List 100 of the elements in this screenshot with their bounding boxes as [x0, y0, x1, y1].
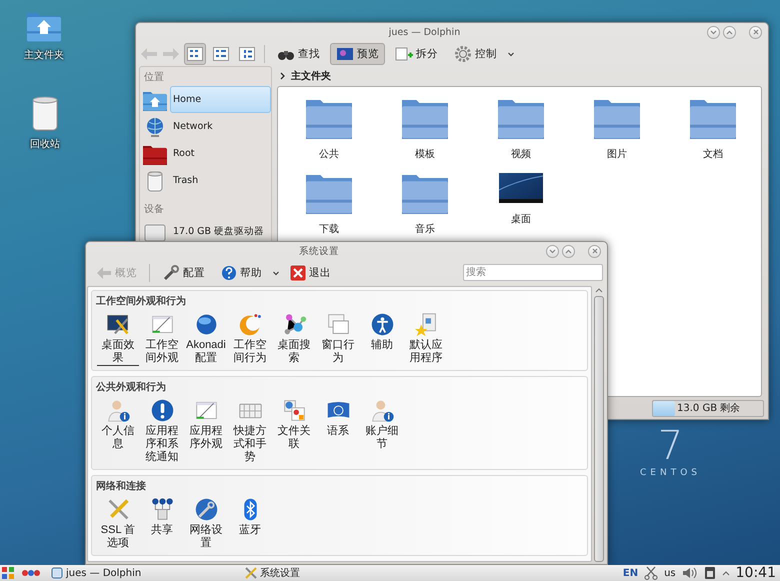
toolbar-button[interactable]: 查找: [271, 42, 326, 64]
exclamation-icon: [150, 398, 174, 423]
share-icon: [150, 497, 174, 522]
places-item[interactable]: 17.0 GB 硬盘驱动器: [170, 218, 271, 245]
layout-indicator[interactable]: us: [664, 568, 676, 578]
toolbar-button[interactable]: 帮助: [215, 262, 268, 284]
file-name[interactable]: 模板: [415, 147, 435, 161]
file-name[interactable]: 图片: [607, 147, 627, 161]
pager-icon[interactable]: [21, 569, 41, 577]
desktop-icon-label[interactable]: 回收站: [30, 137, 60, 151]
places-item[interactable]: Root: [170, 140, 271, 167]
module-label[interactable]: Akonadi 配置: [185, 339, 227, 366]
module-label[interactable]: 蓝牙: [229, 524, 271, 538]
module-label[interactable]: 快捷方式和手势: [229, 425, 271, 465]
module-label[interactable]: 应用程序和系统通知: [141, 425, 183, 465]
task-button[interactable]: jues — Dolphin: [47, 565, 146, 581]
volume-icon[interactable]: [682, 566, 698, 580]
chevron-icon: [280, 72, 286, 80]
minimize-button[interactable]: [546, 244, 559, 258]
caret-icon[interactable]: [507, 50, 515, 58]
file-name[interactable]: 下载: [319, 222, 339, 236]
toolbar-button[interactable]: 拆分: [389, 42, 444, 64]
accessibility-icon: [370, 312, 394, 337]
module-label[interactable]: 窗口行为: [317, 339, 359, 366]
chevron-up-icon: [565, 248, 572, 254]
module-label[interactable]: 桌面搜索: [273, 339, 315, 366]
module-label[interactable]: 应用程序外观: [185, 425, 227, 452]
file-name[interactable]: 文档: [703, 147, 723, 161]
section-heading: 设备: [143, 203, 165, 217]
free-space-text: 13.0 GB 剩余: [676, 402, 740, 415]
windows-icon: [326, 312, 350, 337]
view-mode-button[interactable]: [184, 42, 206, 64]
launcher-icon[interactable]: [1, 566, 15, 580]
nodes-icon: [282, 312, 306, 337]
desktop-icon-label[interactable]: 主文件夹: [24, 48, 64, 62]
file-name[interactable]: 视频: [511, 147, 531, 161]
close-icon: [752, 29, 758, 35]
close-button[interactable]: [749, 26, 762, 38]
module-label[interactable]: SSL 首选项: [97, 524, 139, 551]
person-icon: [370, 398, 394, 423]
document-star-icon: [414, 312, 438, 337]
folder-icon: [689, 97, 737, 139]
file-manager-icon: [51, 567, 63, 579]
tools-icon: [245, 567, 258, 579]
module-label[interactable]: 工作空间行为: [229, 339, 271, 366]
search-field[interactable]: 搜索: [463, 264, 603, 281]
module-label[interactable]: 辅助: [361, 339, 403, 353]
group-heading: 工作空间外观和行为: [96, 294, 187, 308]
up-caret-icon[interactable]: [722, 569, 730, 577]
module-label[interactable]: 桌面效果: [97, 339, 139, 366]
close-button[interactable]: [588, 244, 601, 258]
clock[interactable]: 10:41: [736, 565, 776, 581]
back-arrow-icon: [96, 266, 112, 280]
toolbar-button[interactable]: 退出: [284, 262, 337, 284]
file-name[interactable]: 公共: [319, 147, 339, 161]
places-item[interactable]: Network: [170, 113, 271, 140]
close-icon: [592, 248, 598, 254]
toolbar-button[interactable]: 控制: [448, 42, 503, 64]
module-label[interactable]: 文件关联: [273, 425, 315, 452]
places-item[interactable]: Trash: [170, 167, 271, 194]
group-heading: 网络和连接: [96, 480, 147, 493]
monitor-tools-icon: [106, 312, 130, 337]
file-name[interactable]: 音乐: [415, 222, 435, 236]
logo-text: CENTOS: [640, 468, 701, 478]
window-title: jues — Dolphin: [388, 26, 462, 38]
module-label[interactable]: 工作空间外观: [141, 339, 183, 366]
window-title: 系统设置: [298, 244, 340, 258]
help-icon: [221, 264, 237, 280]
toolbar-button[interactable]: 预览: [330, 42, 385, 64]
close-icon: [290, 264, 306, 280]
module-label[interactable]: 语系: [317, 425, 359, 439]
minimize-button[interactable]: [707, 26, 720, 38]
gear-icon: [454, 46, 472, 62]
view-mode-icon: [213, 46, 229, 60]
module-label[interactable]: 账户细节: [361, 425, 403, 452]
home-folder-icon: [26, 10, 62, 42]
module-label[interactable]: 网络设置: [185, 524, 227, 551]
toolbar-button[interactable]: 配置: [156, 262, 211, 284]
maximize-button[interactable]: [723, 26, 736, 38]
task-button[interactable]: 系统设置: [241, 565, 304, 581]
scissors-icon[interactable]: [644, 566, 658, 580]
group-heading: 公共外观和行为: [96, 380, 167, 394]
scrollbar-thumb[interactable]: [594, 296, 604, 562]
module-label[interactable]: 默认应用程序: [405, 339, 447, 366]
desktop-thumbnail-icon: [498, 172, 544, 204]
file-name[interactable]: 桌面: [511, 212, 531, 226]
scroll-up-icon[interactable]: [594, 286, 604, 294]
device-icon[interactable]: [704, 566, 716, 580]
caret-icon[interactable]: [272, 268, 280, 276]
places-item[interactable]: Home: [170, 86, 271, 113]
sphere-icon: [194, 312, 218, 337]
breadcrumb[interactable]: 主文件夹: [291, 69, 331, 83]
view-mode-icon: [239, 46, 255, 60]
module-label[interactable]: 共享: [141, 524, 183, 538]
keyboard-indicator[interactable]: EN: [622, 568, 638, 578]
maximize-button[interactable]: [562, 244, 575, 258]
wrench-icon: [162, 264, 180, 280]
module-label[interactable]: 个人信息: [97, 425, 139, 452]
folder-icon: [593, 97, 641, 139]
split-view-icon: [395, 46, 413, 60]
